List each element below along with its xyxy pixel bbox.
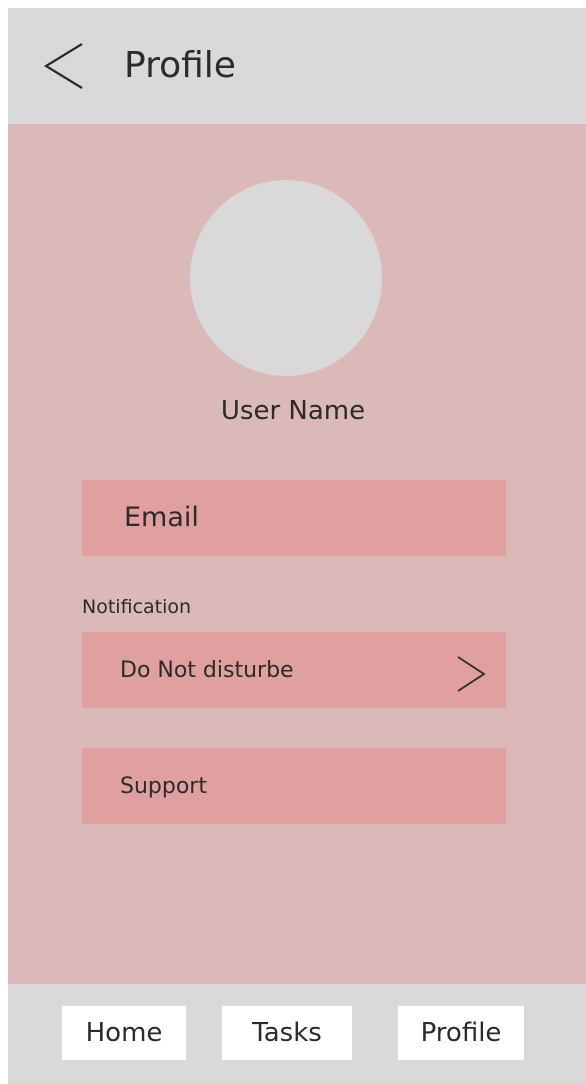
tab-tasks[interactable]: Tasks	[222, 1006, 352, 1060]
app-header: Profile	[8, 8, 586, 124]
user-name: User Name	[220, 396, 366, 426]
do-not-disturb-item[interactable]: Do Not disturbe	[82, 632, 506, 708]
profile-content: User Name Email Notification Do Not dist…	[8, 124, 586, 984]
chevron-left-icon	[43, 43, 83, 89]
email-field[interactable]: Email	[82, 480, 506, 556]
avatar	[190, 180, 382, 376]
bottom-tab-bar: Home Tasks Profile	[8, 984, 586, 1084]
email-label: Email	[124, 502, 199, 533]
support-item[interactable]: Support	[82, 748, 506, 824]
profile-screen: Profile User Name Email Notification Do …	[8, 8, 586, 1084]
support-label: Support	[120, 774, 207, 799]
back-button[interactable]	[38, 38, 88, 94]
tab-profile[interactable]: Profile	[398, 1006, 524, 1060]
page-title: Profile	[124, 45, 236, 86]
chevron-right-icon	[454, 654, 488, 694]
tab-home[interactable]: Home	[62, 1006, 186, 1060]
do-not-disturb-label: Do Not disturbe	[120, 658, 294, 683]
notification-section-label: Notification	[82, 596, 192, 618]
